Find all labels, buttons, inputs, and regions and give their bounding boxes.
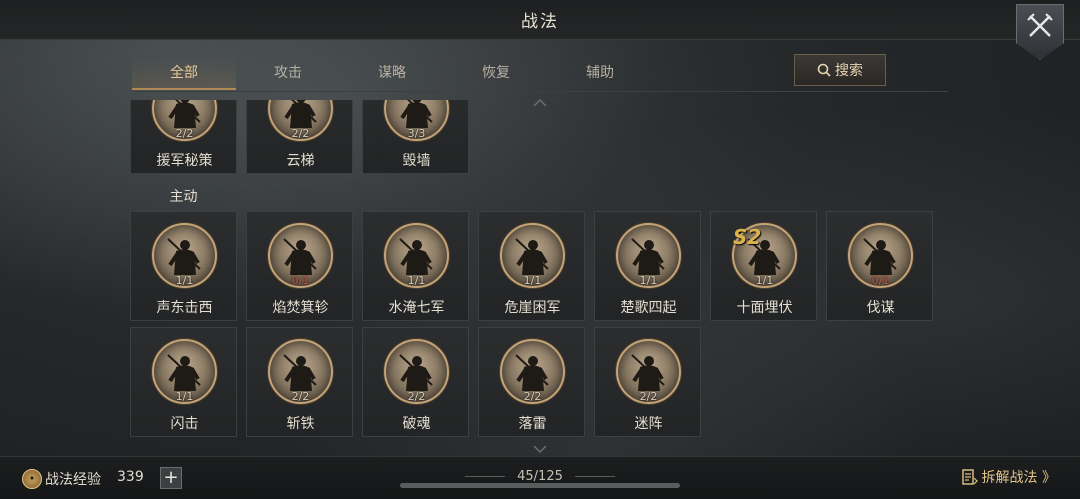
skill-name: 危崖困军 bbox=[504, 300, 561, 316]
skill-card[interactable]: 1/1 闪击 bbox=[130, 327, 237, 437]
skill-card[interactable]: 2/2 破魂 bbox=[362, 327, 469, 437]
add-exp-button[interactable]: + bbox=[160, 467, 182, 489]
skill-card[interactable]: 2/2 落雷 bbox=[478, 327, 585, 437]
skill-name: 云梯 bbox=[286, 153, 315, 169]
skill-count: 2/2 bbox=[291, 127, 310, 140]
skill-name: 焰焚箕轸 bbox=[272, 300, 329, 316]
exp-label: 战法经验 bbox=[45, 472, 101, 488]
skill-count: 2/2 bbox=[175, 127, 194, 140]
divider bbox=[465, 476, 505, 477]
page-title: 战法 bbox=[521, 12, 559, 32]
skill-count: 0/1 bbox=[291, 274, 310, 287]
section-label-active: 主动 bbox=[169, 189, 198, 205]
disassemble-button[interactable]: 拆解战法 》 bbox=[961, 467, 1056, 487]
tab-attack[interactable]: 攻击 bbox=[236, 58, 340, 90]
skill-name: 迷阵 bbox=[634, 416, 663, 432]
skill-card[interactable]: 2/2 斩铁 bbox=[246, 327, 353, 437]
skill-count: 1/1 bbox=[523, 274, 542, 287]
skill-name: 毁墙 bbox=[402, 153, 431, 169]
disassemble-label: 拆解战法 》 bbox=[981, 470, 1056, 486]
skill-card[interactable]: 1/1 危崖困军 bbox=[478, 211, 585, 321]
skill-card[interactable]: 1/1 水淹七军 bbox=[362, 211, 469, 321]
skill-card[interactable]: 2/2 援军秘策 bbox=[130, 100, 237, 174]
skill-count: 1/1 bbox=[639, 274, 658, 287]
season-badge: S2 bbox=[733, 225, 762, 249]
skill-count: 2/2 bbox=[407, 390, 426, 403]
bottom-bar: ✦ 战法经验 339 + 45/125 拆解战法 》 bbox=[0, 456, 1080, 499]
skill-card[interactable]: 0/1 焰焚箕轸 bbox=[246, 211, 353, 321]
skill-name: 援军秘策 bbox=[156, 153, 213, 169]
skill-card[interactable]: 2/2 云梯 bbox=[246, 100, 353, 174]
skill-name: 十面埋伏 bbox=[736, 300, 793, 316]
category-tabs: 全部 攻击 谋略 恢复 辅助 bbox=[132, 58, 652, 90]
skill-name: 闪击 bbox=[170, 416, 199, 432]
scroll-down-icon[interactable] bbox=[532, 444, 548, 454]
search-label: 搜索 bbox=[835, 63, 863, 79]
skill-count: 1/1 bbox=[407, 274, 426, 287]
skill-count-total: 45/125 bbox=[517, 469, 563, 484]
skill-count: 3/3 bbox=[407, 127, 426, 140]
skill-count: 2/2 bbox=[523, 390, 542, 403]
divider bbox=[575, 476, 615, 477]
skill-name: 水淹七军 bbox=[388, 300, 445, 316]
skill-card[interactable]: 1/1 楚歌四起 bbox=[594, 211, 701, 321]
crossed-swords-icon bbox=[1027, 13, 1053, 37]
skill-count: 1/1 bbox=[175, 390, 194, 403]
skill-count: 0/1 bbox=[871, 274, 890, 287]
tabs-divider bbox=[132, 91, 948, 92]
tab-strategy[interactable]: 谋略 bbox=[340, 58, 444, 90]
skill-name: 斩铁 bbox=[286, 416, 315, 432]
skill-grid: 2/2 援军秘策 2/2 云梯 3/3 毁墙 主动 1/1 声东击西 0/1 焰… bbox=[130, 100, 950, 450]
tab-all[interactable]: 全部 bbox=[132, 58, 236, 90]
skill-card[interactable]: 3/3 毁墙 bbox=[362, 100, 469, 174]
skill-count: 2/2 bbox=[291, 390, 310, 403]
list-icon bbox=[961, 469, 978, 485]
skill-card[interactable]: 1/1 声东击西 bbox=[130, 211, 237, 321]
skill-name: 伐谋 bbox=[866, 300, 895, 316]
exp-icon: ✦ bbox=[22, 469, 42, 489]
skill-name: 声东击西 bbox=[156, 300, 213, 316]
search-icon bbox=[817, 63, 831, 77]
skill-count: 2/2 bbox=[639, 390, 658, 403]
tab-recovery[interactable]: 恢复 bbox=[444, 58, 548, 90]
skill-count: 1/1 bbox=[755, 274, 774, 287]
skill-card[interactable]: 2/2 迷阵 bbox=[594, 327, 701, 437]
exp-value: 339 bbox=[117, 469, 144, 485]
skill-name: 落雷 bbox=[518, 416, 547, 432]
close-button[interactable] bbox=[1016, 4, 1064, 60]
horizontal-scrollbar[interactable] bbox=[400, 483, 680, 488]
title-bar: 战法 bbox=[0, 0, 1080, 40]
skill-name: 楚歌四起 bbox=[620, 300, 677, 316]
search-button[interactable]: 搜索 bbox=[794, 54, 886, 86]
skill-count: 1/1 bbox=[175, 274, 194, 287]
skill-name: 破魂 bbox=[402, 416, 431, 432]
skill-card[interactable]: 0/1 伐谋 bbox=[826, 211, 933, 321]
tab-support[interactable]: 辅助 bbox=[548, 58, 652, 90]
skill-card[interactable]: S2 1/1 十面埋伏 bbox=[710, 211, 817, 321]
